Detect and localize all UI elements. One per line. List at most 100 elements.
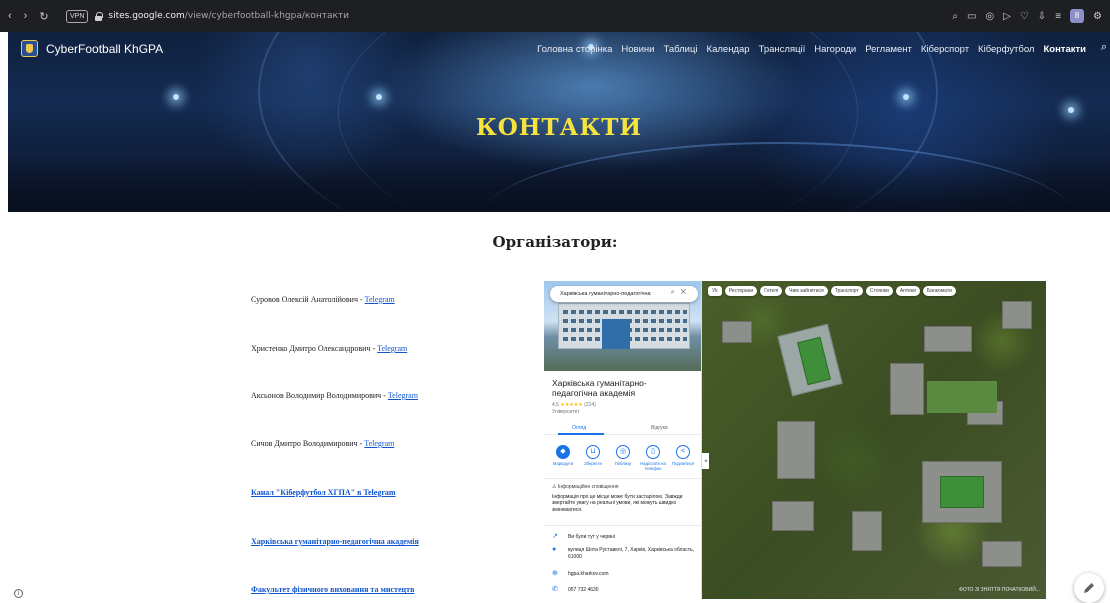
- info-icon[interactable]: i: [14, 589, 23, 598]
- bookmark-icon[interactable]: ▭: [967, 11, 976, 22]
- active-tab-indicator: [558, 433, 604, 435]
- chip-things-to-do[interactable]: Чим зайнятися: [785, 286, 828, 296]
- page-title: КОНТАКТИ: [475, 114, 643, 141]
- back-icon[interactable]: ‹: [8, 10, 12, 22]
- nav-item-broadcasts[interactable]: Трансляції: [759, 44, 806, 55]
- vpn-badge[interactable]: VPN: [66, 9, 89, 23]
- photo-window-row: [563, 310, 687, 314]
- edit-button[interactable]: [1074, 573, 1104, 603]
- nav-item-esports[interactable]: Кіберспорт: [921, 44, 969, 55]
- chip-transport[interactable]: Транспорт: [830, 286, 863, 296]
- map-building: [777, 421, 815, 479]
- place-tabs: Огляд Відгуки: [544, 420, 701, 435]
- organizer-row: Христенко Дмитро Олександрович - Telegra…: [251, 344, 407, 353]
- site-name[interactable]: CyberFootball KhGPA: [46, 42, 163, 56]
- forward-icon[interactable]: ›: [24, 10, 28, 22]
- tab-overview[interactable]: Огляд: [572, 425, 586, 431]
- telegram-link[interactable]: Telegram: [388, 391, 418, 400]
- nav-item-rules[interactable]: Регламент: [865, 44, 912, 55]
- nav-item-calendar[interactable]: Календар: [707, 44, 750, 55]
- map-building: [722, 321, 752, 343]
- organizer-name: Христенко Дмитро Олександрович -: [251, 344, 378, 353]
- chip-hotels[interactable]: Готелі: [760, 286, 783, 296]
- academy-link[interactable]: Харківська гуманітарно-педагогічна акаде…: [251, 537, 419, 546]
- chip-pharmacies[interactable]: Аптеки: [895, 286, 920, 296]
- nav-item-contacts[interactable]: Контакти: [1043, 44, 1086, 55]
- camera-icon[interactable]: ◎: [985, 11, 994, 22]
- map-language-chip[interactable]: Уk: [708, 286, 722, 296]
- photo-entrance: [602, 319, 630, 349]
- map-building: [772, 501, 814, 531]
- nav-item-awards[interactable]: Нагороди: [814, 44, 856, 55]
- directions-button[interactable]: ◆ Маршрути: [550, 445, 576, 471]
- rating-stars: ★★★★★: [560, 402, 583, 408]
- map-search-input[interactable]: Харківська гуманітарно-педагогічна ⌕✕: [550, 286, 698, 302]
- nav-item-news[interactable]: Новини: [621, 44, 654, 55]
- map-courtyard: [940, 476, 984, 508]
- organizer-name: Суровов Олексій Анатолійович -: [251, 295, 365, 304]
- collapse-panel-button[interactable]: ◂: [702, 453, 709, 469]
- close-icon[interactable]: ✕: [681, 289, 692, 296]
- reload-icon[interactable]: ↻: [39, 10, 48, 23]
- url-path: /view/cyberfootball-khgpa/контакти: [184, 11, 349, 21]
- chip-atms[interactable]: Банкомати: [922, 286, 956, 296]
- map-building: [982, 541, 1022, 567]
- review-count: (214): [584, 402, 596, 408]
- bookmark-icon: ⊔: [586, 445, 600, 459]
- directions-icon: ◆: [556, 445, 570, 459]
- satellite-map[interactable]: [702, 281, 1046, 599]
- telegram-link[interactable]: Telegram: [377, 344, 407, 353]
- phone-icon: ▯: [646, 445, 660, 459]
- heart-icon[interactable]: ♡: [1020, 11, 1029, 22]
- notice-text: Інформація про це місце може бути застар…: [552, 493, 683, 513]
- banner-light: [1068, 107, 1074, 113]
- nav-item-tables[interactable]: Таблиці: [663, 44, 697, 55]
- map-building: [890, 363, 924, 415]
- telegram-link[interactable]: Telegram: [364, 439, 394, 448]
- nav-item-cyberfootball[interactable]: Кіберфутбол: [978, 44, 1034, 55]
- location-pin-icon: ●: [552, 546, 557, 553]
- place-name: Харківська гуманітарно-педагогічна акаде…: [552, 378, 647, 398]
- link-row: Харківська гуманітарно-педагогічна акаде…: [251, 537, 419, 546]
- lock-icon[interactable]: [95, 12, 104, 21]
- place-info-list: ↗ Ви були тут у червні ● вулиця Шота Руста…: [544, 525, 701, 593]
- banner-light: [173, 94, 179, 100]
- google-map-embed[interactable]: Уk Ресторани Готелі Чим зайнятися Трансп…: [544, 281, 1046, 599]
- share-button[interactable]: < Поділитися: [670, 445, 696, 471]
- banner-shadow: [8, 157, 1110, 212]
- address-bar[interactable]: sites.google.com/view/cyberfootball-khgp…: [108, 11, 349, 21]
- menu-icon[interactable]: ≡: [1055, 11, 1061, 22]
- organizer-row: Аксьонов Володимир Володимирович - Teleg…: [251, 391, 418, 400]
- search-icon[interactable]: ⌕: [952, 11, 958, 22]
- map-search-value: Харківська гуманітарно-педагогічна: [560, 291, 651, 297]
- nav-item-home[interactable]: Головна сторінка: [537, 44, 612, 55]
- trend-icon: ↗: [552, 533, 558, 540]
- send-to-phone-button[interactable]: ▯ Надіслати на телефон: [640, 445, 666, 471]
- pencil-icon: [1084, 583, 1094, 593]
- chip-restaurants[interactable]: Ресторани: [724, 286, 758, 296]
- map-attribution: ФОТО ЗІ ЗНЯТТЯ ПОЧАТКОВИЙ...: [959, 587, 1040, 593]
- place-actions: ◆ Маршрути ⊔ Зберегти ◎ Поблизу ▯ Надіслати …: [550, 445, 696, 471]
- organizer-name: Аксьонов Володимир Володимирович -: [251, 391, 388, 400]
- search-icon[interactable]: ⌕: [671, 289, 681, 296]
- tab-reviews[interactable]: Відгуки: [651, 425, 668, 431]
- save-button[interactable]: ⊔ Зберегти: [580, 445, 606, 471]
- rating-value: 4,5: [552, 402, 559, 408]
- settings-icon[interactable]: ⚙: [1093, 11, 1102, 22]
- banner-light: [903, 94, 909, 100]
- map-building: [852, 511, 882, 551]
- profile-icon[interactable]: 8: [1070, 9, 1085, 23]
- chip-parking[interactable]: Стоянки: [865, 286, 893, 296]
- send-icon[interactable]: ▷: [1003, 11, 1011, 22]
- extensions-icon[interactable]: ⇩: [1038, 11, 1046, 22]
- site-search-icon[interactable]: ⌕: [1101, 41, 1107, 54]
- site-logo[interactable]: [21, 40, 38, 57]
- telegram-channel-link[interactable]: Канал "Кіберфутбол ХГПА" в Telegram: [251, 488, 396, 497]
- faculty-link[interactable]: Факультет фізичного виховання та мистецт…: [251, 585, 414, 594]
- place-rating[interactable]: 4,5 ★★★★★ (214): [552, 402, 596, 408]
- info-notice: ⚠ Інформаційне сповіщення Інформація про…: [544, 478, 701, 518]
- telegram-link[interactable]: Telegram: [365, 295, 395, 304]
- nearby-button[interactable]: ◎ Поблизу: [610, 445, 636, 471]
- map-open-field: [927, 381, 997, 413]
- nearby-icon: ◎: [616, 445, 630, 459]
